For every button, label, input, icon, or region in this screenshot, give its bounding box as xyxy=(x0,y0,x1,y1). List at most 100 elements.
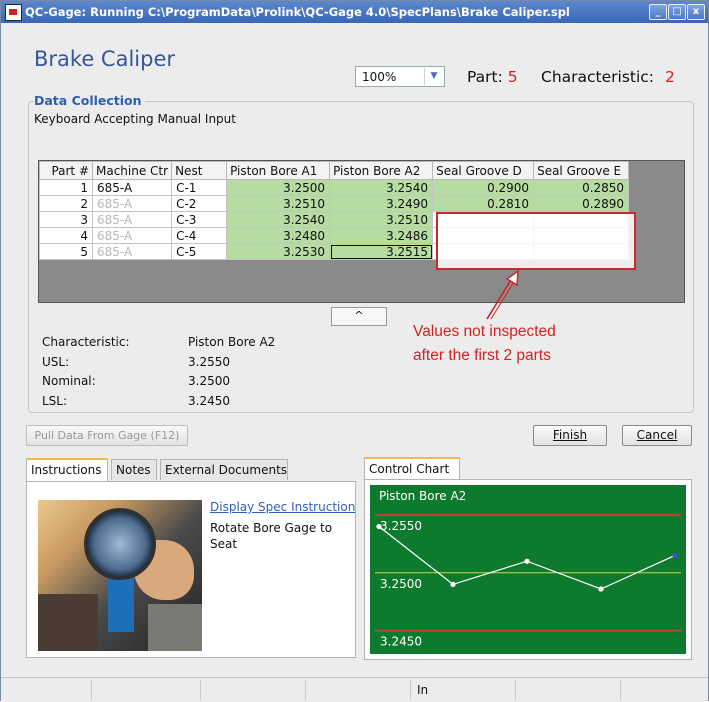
cell-machine[interactable]: 685-A xyxy=(91,211,173,228)
cell-nest[interactable]: C-5 xyxy=(171,243,228,260)
uninspected-highlight xyxy=(436,212,636,270)
tick-label: 3.2450 xyxy=(380,635,422,649)
zoom-select[interactable]: 100% ▼ xyxy=(355,66,445,87)
spec-characteristic-value: Piston Bore A2 xyxy=(188,335,276,349)
usl-label: USL: xyxy=(42,354,70,369)
status-segment xyxy=(1,680,92,700)
column-header-piston-bore-a2[interactable]: Piston Bore A2 xyxy=(329,161,434,180)
cell-a2-active[interactable]: 3.2515 xyxy=(329,243,434,260)
annotation-arrow-icon xyxy=(486,269,519,320)
pull-data-button[interactable]: Pull Data From Gage (F12) xyxy=(26,425,188,446)
cell-machine[interactable]: 685-A xyxy=(91,195,173,212)
lsl-value: 3.2450 xyxy=(188,393,230,408)
column-header-seal-groove-e[interactable]: Seal Groove E xyxy=(533,161,630,180)
column-header-nest[interactable]: Nest xyxy=(171,161,228,180)
window-title: QC-Gage: Running C:\ProgramData\Prolink\… xyxy=(25,5,570,19)
fixture-shape xyxy=(38,594,98,651)
data-point xyxy=(376,523,382,530)
finish-button[interactable]: Finish xyxy=(533,425,607,446)
cell-a1[interactable]: 3.2540 xyxy=(226,211,331,228)
cell-seal-d[interactable]: 0.2810 xyxy=(432,195,535,212)
cancel-label: Cancel xyxy=(636,428,678,442)
application-window: QC-Gage: Running C:\ProgramData\Prolink\… xyxy=(0,0,709,702)
cell-seal-e[interactable]: 0.2890 xyxy=(533,195,630,212)
spec-characteristic-label: Characteristic: xyxy=(42,335,130,349)
close-button[interactable]: x xyxy=(687,4,705,20)
minimize-button[interactable]: _ xyxy=(649,4,667,20)
cell-nest[interactable]: C-2 xyxy=(171,195,228,212)
cell-a1[interactable]: 3.2500 xyxy=(226,179,331,196)
tick-label: 3.2500 xyxy=(380,577,422,591)
cell-part[interactable]: 3 xyxy=(39,211,93,228)
status-text: In xyxy=(417,683,429,697)
control-chart-panel: Piston Bore A2 3.2550 3.2500 3.2450 xyxy=(364,479,692,660)
collapse-grid-button[interactable]: ^ xyxy=(331,307,387,326)
cell-nest[interactable]: C-1 xyxy=(171,179,228,196)
cell-seal-e[interactable]: 0.2850 xyxy=(533,179,630,196)
column-header-piston-bore-a1[interactable]: Piston Bore A1 xyxy=(226,161,331,180)
table-header-row: Part # Machine Ctr Nest Piston Bore A1 P… xyxy=(39,161,630,180)
annotation-line-2: after the first 2 parts xyxy=(413,347,551,364)
tab-instructions[interactable]: Instructions xyxy=(26,458,108,481)
status-segment: In xyxy=(411,680,516,700)
title-bar[interactable]: QC-Gage: Running C:\ProgramData\Prolink\… xyxy=(1,1,708,23)
cell-a2[interactable]: 3.2540 xyxy=(329,179,434,196)
chevron-down-icon[interactable]: ▼ xyxy=(424,68,443,85)
status-segment xyxy=(306,680,411,700)
table-row[interactable]: 2 685-A C-2 3.2510 3.2490 0.2810 0.2890 xyxy=(39,195,630,212)
data-point xyxy=(598,586,604,592)
status-segment xyxy=(92,680,201,700)
column-header-seal-groove-d[interactable]: Seal Groove D xyxy=(432,161,535,180)
data-point xyxy=(672,552,678,559)
cell-nest[interactable]: C-3 xyxy=(171,211,228,228)
part-value: 5 xyxy=(507,68,518,86)
chart-background xyxy=(370,485,686,654)
finish-label: Finish xyxy=(552,428,588,442)
input-mode-text: Keyboard Accepting Manual Input xyxy=(34,112,236,126)
app-icon xyxy=(5,4,22,21)
cell-part[interactable]: 1 xyxy=(39,179,93,196)
cell-nest[interactable]: C-4 xyxy=(171,227,228,244)
dial-gauge-icon xyxy=(84,508,156,580)
cell-a2[interactable]: 3.2490 xyxy=(329,195,434,212)
tab-external-documents[interactable]: External Documents xyxy=(160,459,288,480)
cell-part[interactable]: 2 xyxy=(39,195,93,212)
nominal-value: 3.2500 xyxy=(188,374,230,388)
status-bar: In xyxy=(1,677,708,702)
cell-a2[interactable]: 3.2510 xyxy=(329,211,434,228)
annotation-callout: Values not inspected after the first 2 p… xyxy=(413,320,593,368)
data-collection-label: Data Collection xyxy=(34,93,145,108)
cell-part[interactable]: 5 xyxy=(39,243,93,260)
cell-a1[interactable]: 3.2510 xyxy=(226,195,331,212)
column-header-part[interactable]: Part # xyxy=(39,161,93,180)
part-label: Part: xyxy=(467,68,503,86)
page-title: Brake Caliper xyxy=(34,47,176,71)
zoom-value: 100% xyxy=(362,70,397,84)
cell-seal-d[interactable]: 0.2900 xyxy=(432,179,535,196)
control-chart: Piston Bore A2 3.2550 3.2500 3.2450 xyxy=(370,485,686,654)
cancel-button[interactable]: Cancel xyxy=(622,425,692,446)
display-spec-instruction-link[interactable]: Display Spec Instruction xyxy=(210,500,355,514)
cell-machine[interactable]: 685-A xyxy=(91,227,173,244)
nominal-label: Nominal: xyxy=(42,374,96,388)
cell-a2[interactable]: 3.2486 xyxy=(329,227,434,244)
data-point xyxy=(450,581,456,587)
status-segment xyxy=(201,680,306,700)
data-point xyxy=(524,558,530,564)
cell-machine[interactable]: 685-A xyxy=(91,243,173,260)
usl-value: 3.2550 xyxy=(188,354,230,369)
tab-control-chart[interactable]: Control Chart xyxy=(364,457,460,480)
tab-notes[interactable]: Notes xyxy=(111,459,157,480)
annotation-line-1: Values not inspected xyxy=(413,323,556,340)
characteristic-value: 2 xyxy=(664,68,675,86)
fixture-shape xyxy=(148,604,202,651)
maximize-button[interactable]: □ xyxy=(668,4,686,20)
cell-a1[interactable]: 3.2530 xyxy=(226,243,331,260)
lsl-label: LSL: xyxy=(42,393,68,408)
cell-a1[interactable]: 3.2480 xyxy=(226,227,331,244)
column-header-machine[interactable]: Machine Ctr xyxy=(91,161,173,180)
characteristic-indicator: Characteristic: 2 xyxy=(541,68,675,86)
table-row[interactable]: 1 685-A C-1 3.2500 3.2540 0.2900 0.2850 xyxy=(39,179,630,196)
cell-machine[interactable]: 685-A xyxy=(91,179,173,196)
cell-part[interactable]: 4 xyxy=(39,227,93,244)
